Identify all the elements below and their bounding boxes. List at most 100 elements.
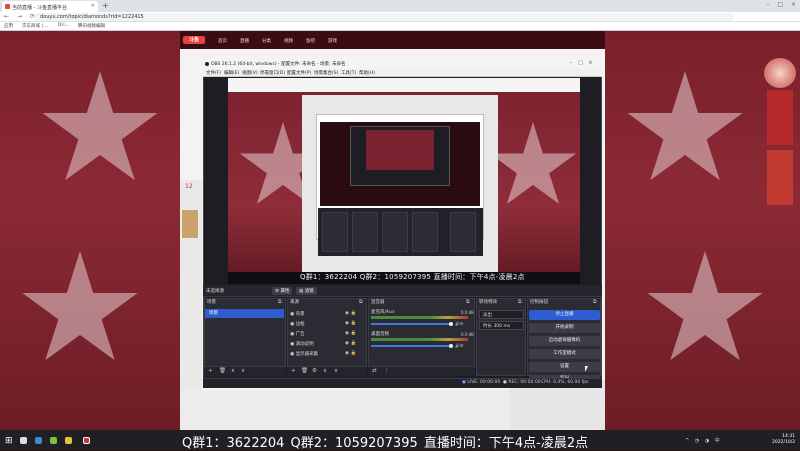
move-up-icon[interactable]: ∧: [231, 368, 235, 374]
app-taskbar-icon[interactable]: [50, 437, 57, 444]
browser-tab[interactable]: 当前直播 - 斗鱼直播平台 ×: [2, 1, 98, 12]
taskbar-clock[interactable]: 14:31 2022/10/2: [772, 434, 795, 446]
folder-taskbar-icon[interactable]: [65, 437, 72, 444]
source-item[interactable]: ▣ 显示器采集: [290, 351, 318, 357]
volume-slider-handle[interactable]: [449, 322, 453, 326]
menu-edit[interactable]: 编辑(E): [224, 70, 239, 76]
bookmark-tencent[interactable]: 腾讯视频编辑: [78, 23, 105, 29]
properties-button[interactable]: ⚙ 属性: [272, 287, 293, 295]
side-count: 12: [185, 183, 193, 190]
remove-scene-icon[interactable]: 🗑: [219, 368, 226, 374]
volume-slider[interactable]: [371, 323, 451, 325]
visibility-lock-icons[interactable]: ◉🔒: [345, 341, 359, 346]
sources-dock-title: 来源: [290, 300, 299, 305]
source-toolbar: [203, 285, 602, 297]
speaker-icon[interactable]: 🔊⚙: [455, 321, 464, 326]
scenes-dock-title: 场景: [207, 300, 216, 305]
preview-nested-dock: [382, 212, 408, 252]
source-item[interactable]: ▣ 滚动说明: [290, 341, 314, 347]
search-icon[interactable]: [20, 437, 27, 444]
add-source-icon[interactable]: +: [291, 368, 296, 374]
menu-help[interactable]: 帮助(H): [359, 70, 375, 76]
advanced-audio-icon[interactable]: ⇄: [372, 368, 377, 374]
filters-button[interactable]: ▤ 滤镜: [296, 287, 317, 295]
speaker-icon[interactable]: 🔊⚙: [455, 343, 464, 348]
dock-float-icon[interactable]: ⧉: [359, 299, 363, 305]
menu-file[interactable]: 文件(F): [206, 70, 221, 76]
promo-banner[interactable]: [767, 150, 793, 205]
stop-streaming-button[interactable]: 停止直播: [529, 310, 600, 320]
new-tab-button[interactable]: +: [102, 1, 109, 11]
site-nav-video[interactable]: 视频: [284, 38, 293, 44]
back-icon[interactable]: ←: [4, 13, 12, 20]
scene-list-item[interactable]: 场景: [205, 309, 284, 318]
preview-nested-stream: [366, 130, 434, 170]
bookmark-apps[interactable]: 应用: [4, 23, 13, 29]
maximize-icon[interactable]: □: [777, 1, 783, 8]
visibility-lock-icons[interactable]: ◉🔒: [345, 311, 359, 316]
site-nav-home[interactable]: 首页: [218, 38, 227, 44]
visibility-lock-icons[interactable]: ◉🔒: [345, 331, 359, 336]
move-up-icon[interactable]: ∧: [323, 368, 327, 374]
source-item[interactable]: ▣ 广告: [290, 331, 305, 337]
move-down-icon[interactable]: ∨: [241, 368, 245, 374]
menu-profile[interactable]: 配置文件(P): [287, 70, 311, 76]
source-item[interactable]: ▣ 背景: [290, 311, 305, 317]
volume-slider[interactable]: [371, 345, 451, 347]
transition-duration[interactable]: 时长 300 ms: [479, 321, 524, 330]
promo-badge[interactable]: [764, 58, 796, 88]
bookmark-dri[interactable]: Dri...: [58, 23, 69, 28]
site-nav-yuba[interactable]: 鱼吧: [306, 38, 315, 44]
source-item[interactable]: ▣ 边框: [290, 321, 305, 327]
promo-banner[interactable]: [767, 90, 793, 145]
decorative-star-icon: [42, 71, 158, 181]
remove-source-icon[interactable]: 🗑: [301, 368, 308, 374]
more-options-icon[interactable]: ⋮: [384, 368, 390, 374]
page-banner-left: [0, 31, 180, 436]
dock-float-icon[interactable]: ⧉: [466, 299, 470, 305]
dock-float-icon[interactable]: ⧉: [593, 299, 597, 305]
chrome-taskbar-icon[interactable]: [35, 437, 42, 444]
preview-browser-chrome: [228, 78, 580, 92]
start-recording-button[interactable]: 开始录制: [529, 323, 600, 333]
site-nav-live[interactable]: 直播: [240, 38, 249, 44]
gear-icon[interactable]: ⚙: [312, 368, 317, 374]
page-right-column: [510, 380, 605, 436]
virtual-camera-button[interactable]: 启动虚拟摄像机: [529, 336, 600, 346]
qq-group-banner: Q群1：3622204 Q群2：1059207395 直播时间：下午4点-凌晨2…: [182, 436, 589, 451]
studio-mode-button[interactable]: 工作室模式: [529, 349, 600, 359]
preview-nested-dock: [450, 212, 476, 252]
menu-tools[interactable]: 工具(T): [341, 70, 356, 76]
site-nav-games[interactable]: 游戏: [328, 38, 337, 44]
close-icon[interactable]: ×: [791, 1, 796, 8]
menu-view[interactable]: 视图(V): [242, 70, 258, 76]
preview-nested-dock: [352, 212, 378, 252]
controls-dock-title: 控制按钮: [530, 300, 548, 305]
mixer-channel-db: 0.0 dB: [461, 332, 474, 337]
browser-window-controls[interactable]: – □ ×: [766, 1, 796, 8]
system-tray-icons[interactable]: ^ ◔ ◑ 中: [685, 437, 722, 444]
minimize-icon[interactable]: –: [766, 1, 769, 8]
avatar[interactable]: [181, 209, 199, 239]
close-tab-icon[interactable]: ×: [91, 3, 95, 9]
visibility-lock-icons[interactable]: ◉🔒: [345, 321, 359, 326]
move-down-icon[interactable]: ∨: [334, 368, 338, 374]
volume-slider-handle[interactable]: [449, 344, 453, 348]
visibility-lock-icons[interactable]: ◉🔒: [345, 351, 359, 356]
forward-icon[interactable]: →: [17, 13, 25, 20]
menu-scene-collection[interactable]: 场景集合(S): [314, 70, 338, 76]
dock-float-icon[interactable]: ⧉: [278, 299, 282, 305]
site-nav-category[interactable]: 分类: [262, 38, 271, 44]
transition-select[interactable]: 淡出: [479, 310, 524, 319]
mouse-cursor-icon: [585, 366, 591, 372]
bookmark-jd[interactable]: 京东商城 | ...: [22, 23, 49, 29]
menu-docks[interactable]: 停靠窗口(D): [260, 70, 285, 76]
obs-window-controls[interactable]: – □ ×: [570, 60, 593, 66]
site-logo[interactable]: 斗鱼: [183, 36, 205, 44]
properties-label: 属性: [280, 289, 290, 294]
dock-float-icon[interactable]: ⧉: [518, 299, 522, 305]
start-button[interactable]: ⊞: [5, 436, 13, 446]
obs-taskbar-icon[interactable]: [83, 437, 90, 444]
url-input[interactable]: douyu.com/topic/diamonds?rid=1222415: [34, 13, 734, 21]
add-scene-icon[interactable]: +: [208, 368, 213, 374]
